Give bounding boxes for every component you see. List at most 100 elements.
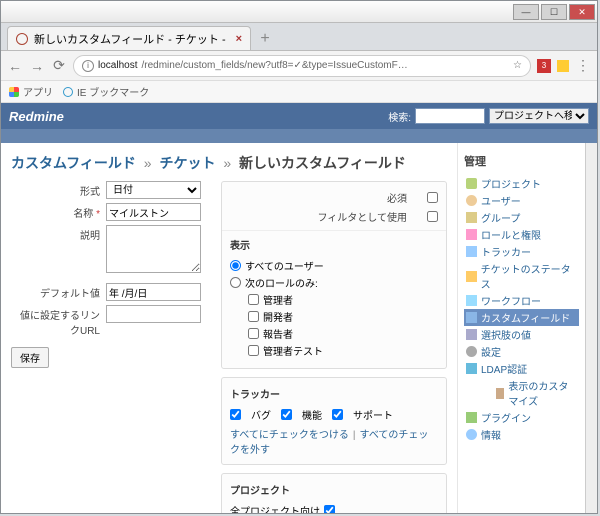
tracker-bug-label: バグ (251, 407, 271, 422)
admin-item-プラグイン[interactable]: プラグイン (464, 409, 579, 426)
admin-item-プロジェクト[interactable]: プロジェクト (464, 175, 579, 192)
sub-header (1, 129, 597, 143)
breadcrumb-issues[interactable]: チケット (159, 155, 215, 171)
admin-sidebar: 管理 プロジェクトユーザーグループロールと権限トラッカーチケットのステータスワー… (457, 143, 585, 513)
admin-link[interactable]: トラッカー (481, 244, 531, 259)
forward-button[interactable]: → (29, 58, 45, 74)
extension-badge[interactable]: 3 (537, 59, 551, 73)
admin-link[interactable]: チケットのステータス (481, 261, 577, 291)
visibility-roles-label: 次のロールのみ: (245, 275, 318, 290)
admin-item-ユーザー[interactable]: ユーザー (464, 192, 579, 209)
reload-button[interactable]: ⟳ (51, 57, 67, 74)
admin-link[interactable]: グループ (481, 210, 520, 225)
project-jump-select[interactable]: プロジェクトへ移動... (489, 108, 589, 124)
required-checkbox[interactable] (427, 192, 438, 203)
browser-tab[interactable]: 新しいカスタムフィールド - チケット - × (7, 26, 251, 50)
ie-bookmarks-label: IE ブックマーク (77, 84, 149, 99)
projects-title: プロジェクト (230, 482, 438, 497)
tab-strip: 新しいカスタムフィールド - チケット - × + (1, 23, 597, 51)
role-manager-label: 管理者 (263, 292, 293, 307)
breadcrumb-sep: » (223, 155, 231, 171)
as-filter-label: フィルタとして使用 (318, 209, 408, 224)
name-input[interactable] (106, 203, 201, 221)
required-label: 必須 (387, 190, 407, 205)
admin-icon (466, 295, 477, 306)
trackers-box: トラッカー バグ 機能 サポート すべてにチェックをつける|すべてのチェックを外… (221, 377, 447, 465)
admin-item-情報[interactable]: 情報 (464, 426, 579, 443)
site-info-icon[interactable]: i (82, 60, 94, 72)
breadcrumb-custom-fields[interactable]: カスタムフィールド (11, 155, 136, 171)
admin-item-選択肢の値[interactable]: 選択肢の値 (464, 326, 579, 343)
window-close-button[interactable]: ✕ (569, 4, 595, 20)
description-label: 説明 (11, 225, 106, 242)
admin-link[interactable]: 情報 (481, 427, 501, 442)
browser-menu-button[interactable]: ⋮ (575, 57, 591, 74)
back-button[interactable]: ← (7, 58, 23, 74)
url-bar[interactable]: i localhost /redmine/custom_fields/new?u… (73, 55, 531, 77)
admin-link[interactable]: プラグイン (481, 410, 531, 425)
window-minimize-button[interactable]: — (513, 4, 539, 20)
role-managertest-label: 管理者テスト (263, 343, 323, 358)
admin-icon (466, 329, 477, 340)
admin-item-表示のカスタマイズ[interactable]: 表示のカスタマイズ (482, 377, 579, 409)
visibility-roles-radio[interactable] (230, 277, 241, 288)
admin-item-ワークフロー[interactable]: ワークフロー (464, 292, 579, 309)
format-select[interactable]: 日付 (106, 181, 201, 199)
apps-shortcut[interactable]: アプリ (9, 84, 53, 99)
url-path: /redmine/custom_fields/new?utf8=✓&type=I… (141, 60, 407, 71)
admin-item-グループ[interactable]: グループ (464, 209, 579, 226)
description-textarea[interactable] (106, 225, 201, 273)
admin-link[interactable]: LDAP認証 (481, 361, 527, 376)
main-content: カスタムフィールド » チケット » 新しいカスタムフィールド 形式 日付 名称… (1, 143, 457, 513)
admin-icon (466, 312, 477, 323)
new-tab-button[interactable]: + (255, 30, 275, 50)
window-titlebar: — ☐ ✕ (1, 1, 597, 23)
admin-link[interactable]: カスタムフィールド (481, 310, 570, 325)
admin-link[interactable]: ワークフロー (481, 293, 541, 308)
scrollbar[interactable] (585, 143, 597, 513)
tracker-bug-checkbox[interactable] (230, 409, 241, 420)
ie-icon (63, 87, 73, 97)
role-manager-checkbox[interactable] (248, 294, 259, 305)
admin-link[interactable]: ロールと権限 (481, 227, 541, 242)
admin-item-カスタムフィールド[interactable]: カスタムフィールド (464, 309, 579, 326)
admin-icon (466, 178, 477, 189)
admin-item-トラッカー[interactable]: トラッカー (464, 243, 579, 260)
admin-icon (466, 412, 477, 423)
admin-icon (466, 346, 477, 357)
admin-link[interactable]: 表示のカスタマイズ (508, 378, 577, 408)
window-maximize-button[interactable]: ☐ (541, 4, 567, 20)
bookmarks-bar: アプリ IE ブックマーク (1, 81, 597, 103)
all-projects-checkbox[interactable] (324, 505, 335, 513)
search-label: 検索: (388, 109, 411, 124)
role-developer-checkbox[interactable] (248, 311, 259, 322)
admin-link[interactable]: ユーザー (481, 193, 521, 208)
admin-item-チケットのステータス[interactable]: チケットのステータス (464, 260, 579, 292)
admin-link[interactable]: プロジェクト (481, 176, 541, 191)
role-reporter-label: 報告者 (263, 326, 293, 341)
role-reporter-checkbox[interactable] (248, 328, 259, 339)
tab-close-icon[interactable]: × (236, 33, 242, 45)
role-managertest-checkbox[interactable] (248, 345, 259, 356)
admin-link[interactable]: 設定 (481, 344, 501, 359)
admin-icon (466, 429, 477, 440)
bookmark-star-icon[interactable]: ☆ (513, 60, 522, 71)
ie-bookmarks-folder[interactable]: IE ブックマーク (63, 84, 149, 99)
tracker-support-checkbox[interactable] (332, 409, 343, 420)
search-input[interactable] (415, 108, 485, 124)
admin-title: 管理 (464, 153, 579, 169)
admin-item-LDAP認証[interactable]: LDAP認証 (464, 360, 579, 377)
admin-item-設定[interactable]: 設定 (464, 343, 579, 360)
extension-icon[interactable] (557, 60, 569, 72)
admin-link[interactable]: 選択肢の値 (481, 327, 531, 342)
tracker-feature-checkbox[interactable] (281, 409, 292, 420)
as-filter-checkbox[interactable] (427, 211, 438, 222)
projects-box: プロジェクト 全プロジェクト向け Redmineマスター Redmine上級編 … (221, 473, 447, 513)
trackers-check-all-link[interactable]: すべてにチェックをつける (230, 430, 349, 441)
brand-logo[interactable]: Redmine (9, 109, 64, 124)
admin-item-ロールと権限[interactable]: ロールと権限 (464, 226, 579, 243)
visibility-all-radio[interactable] (230, 260, 241, 271)
save-button[interactable]: 保存 (11, 347, 49, 368)
default-value-input[interactable] (106, 283, 201, 301)
linkurl-input[interactable] (106, 305, 201, 323)
